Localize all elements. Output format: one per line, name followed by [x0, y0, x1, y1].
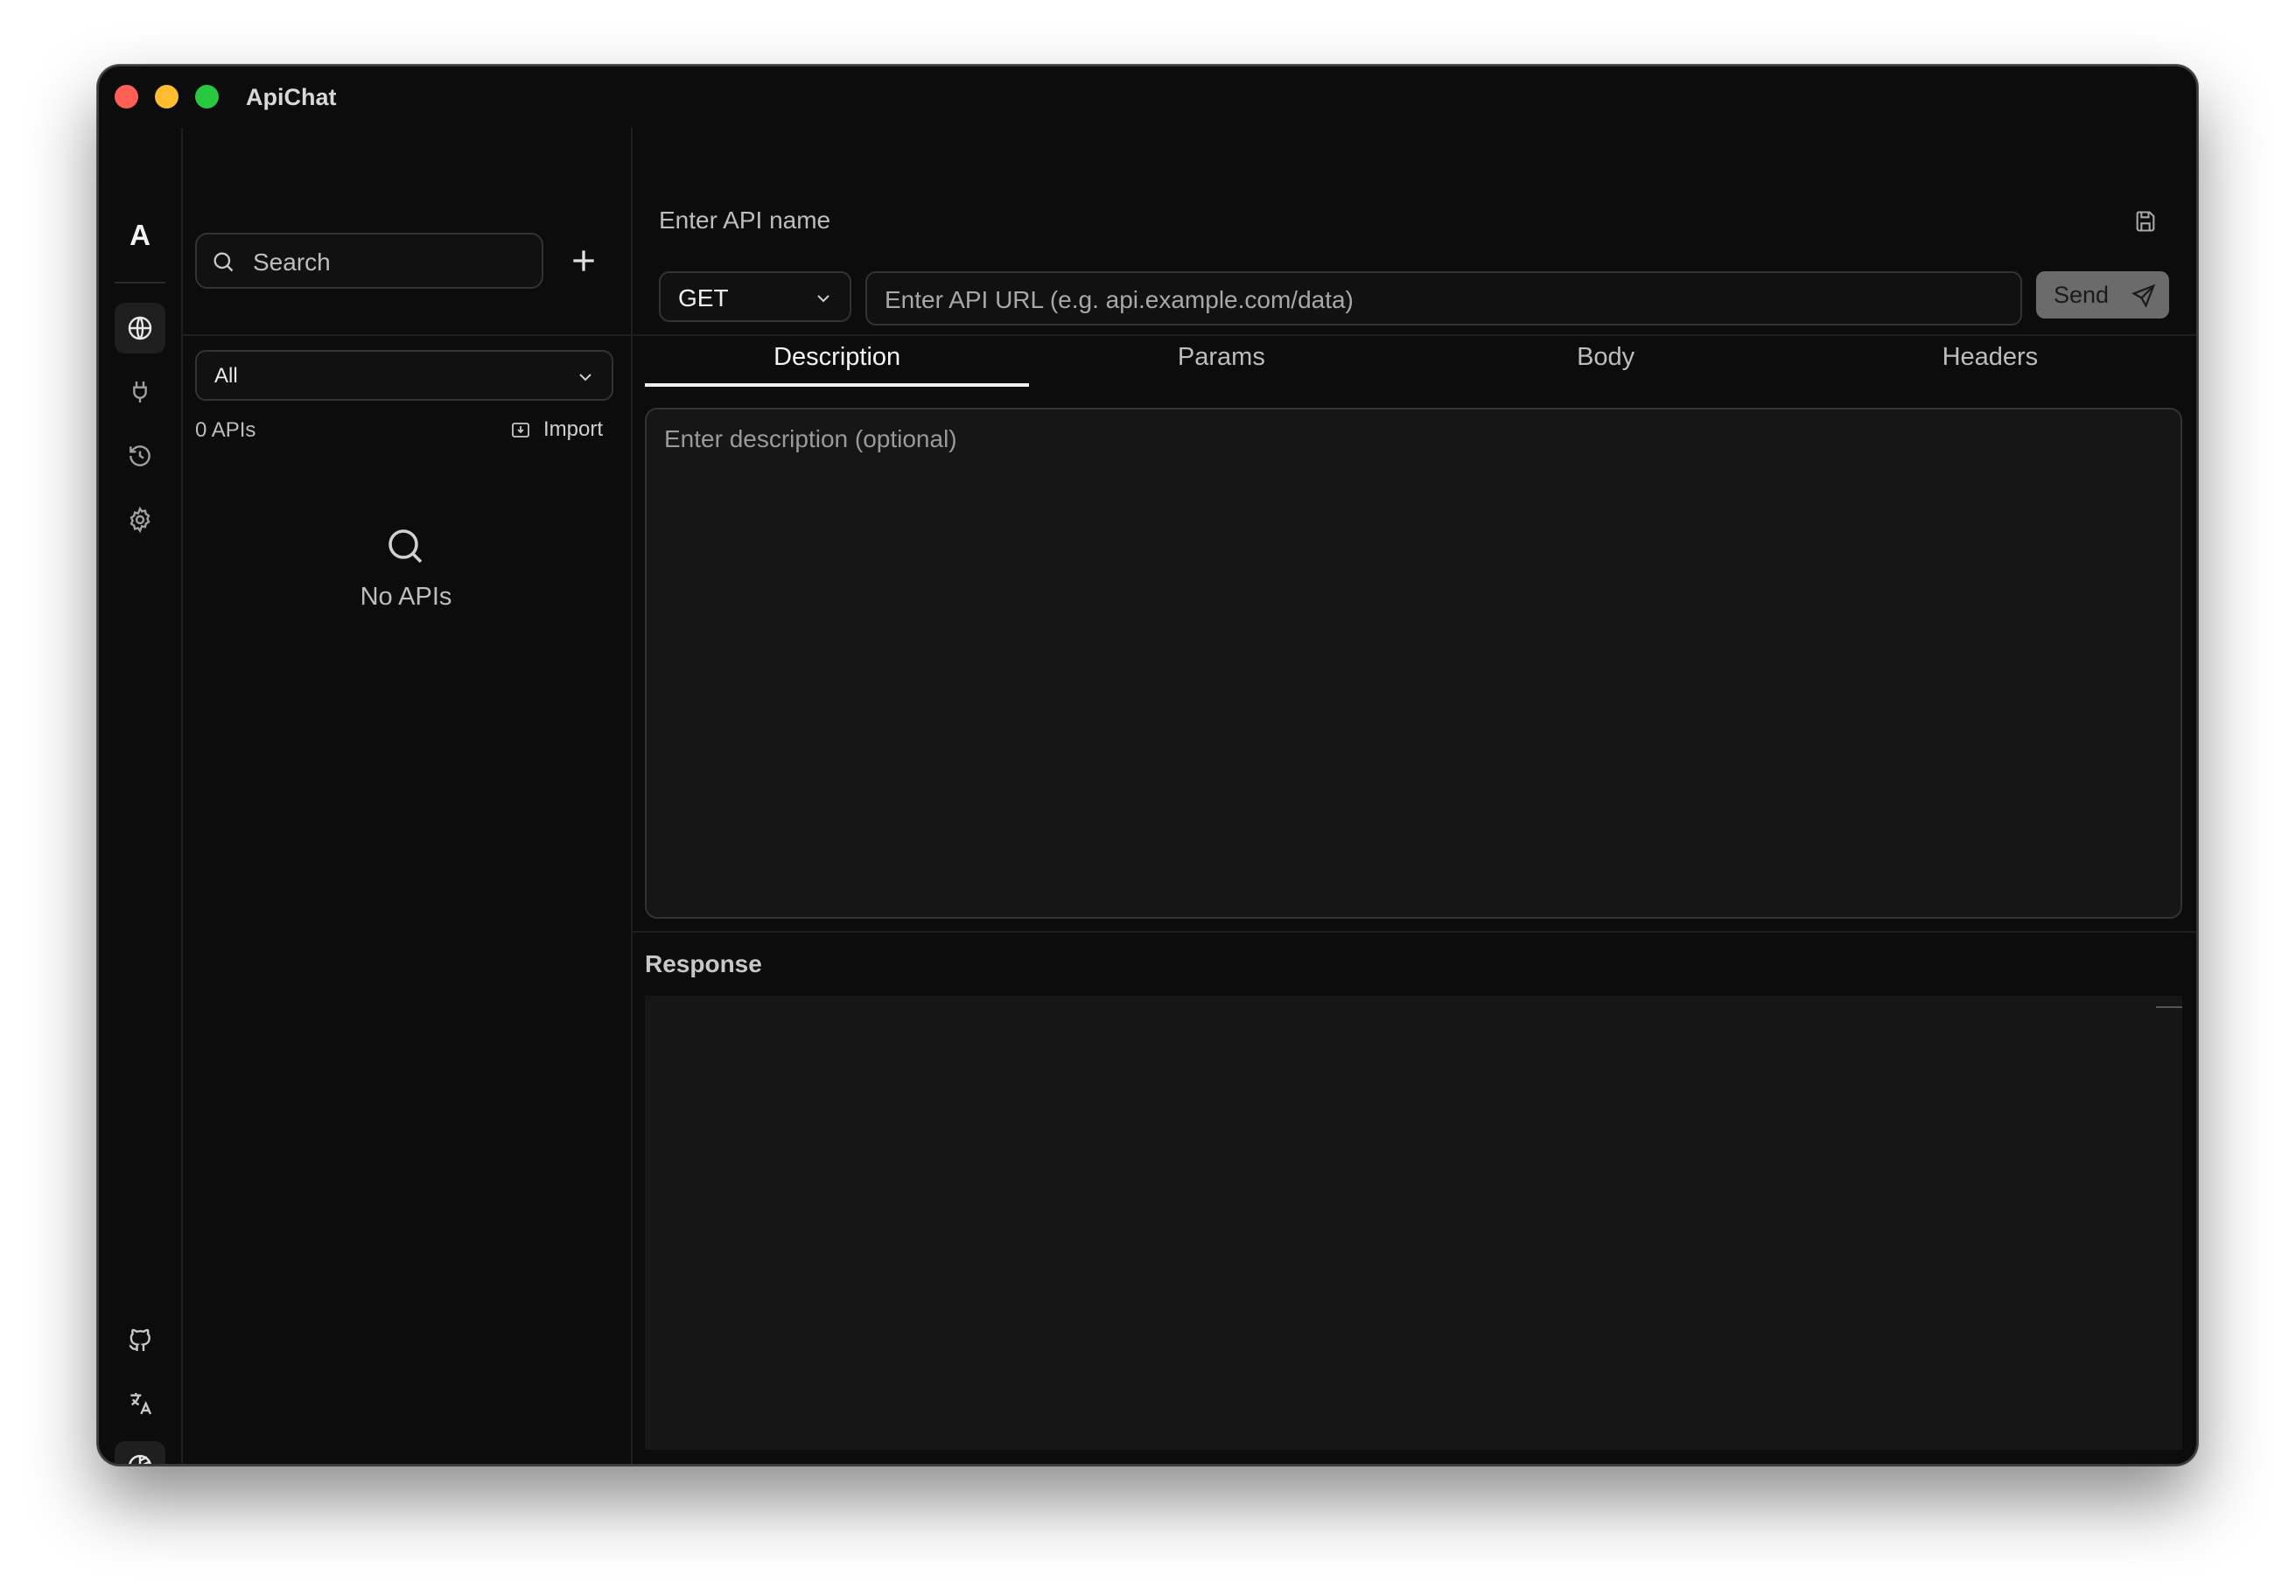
- api-list-panel: Search All 0 APIs Import No APIs: [181, 128, 633, 1464]
- theme-icon: [129, 1454, 151, 1464]
- nav-history-button[interactable]: [115, 430, 165, 481]
- language-button[interactable]: [115, 1378, 165, 1429]
- close-window-button[interactable]: [115, 85, 138, 108]
- filter-select[interactable]: All: [195, 350, 613, 401]
- maximize-window-button[interactable]: [195, 85, 219, 108]
- response-title: Response: [645, 950, 762, 977]
- description-placeholder: Enter description (optional): [664, 425, 957, 452]
- url-placeholder: Enter API URL (e.g. api.example.com/data…: [885, 286, 1354, 313]
- theme-toggle-button[interactable]: [115, 1441, 165, 1464]
- import-icon: [512, 423, 529, 438]
- nav-apis-button[interactable]: [115, 303, 165, 354]
- github-icon: [129, 1328, 150, 1351]
- save-icon[interactable]: [2133, 209, 2158, 234]
- search-icon: [214, 252, 234, 272]
- settings-icon: [130, 506, 150, 534]
- import-button[interactable]: Import: [510, 416, 603, 443]
- search-placeholder: Search: [253, 248, 331, 276]
- send-label: Send: [2054, 282, 2110, 308]
- chevron-down-icon: [579, 374, 592, 382]
- search-icon: [388, 529, 423, 564]
- empty-state-text: No APIs: [360, 583, 452, 611]
- app-title: ApiChat: [246, 84, 337, 110]
- search-input[interactable]: Search: [195, 233, 543, 289]
- tab-description[interactable]: Description: [645, 341, 1030, 387]
- response-scroll-marker: [2156, 1006, 2182, 1008]
- icon-rail: A: [99, 128, 183, 1464]
- rail-divider: [115, 282, 165, 284]
- add-api-button[interactable]: [566, 243, 601, 278]
- translate-icon: [130, 1393, 152, 1415]
- method-select[interactable]: GET: [659, 271, 851, 322]
- method-value: GET: [678, 284, 729, 312]
- github-button[interactable]: [115, 1315, 165, 1366]
- title-bar: ApiChat: [99, 66, 2196, 128]
- response-divider: [631, 931, 2196, 933]
- send-icon: [2132, 284, 2156, 308]
- nav-plugins-button[interactable]: [115, 367, 165, 417]
- history-icon: [130, 445, 150, 466]
- import-label: Import: [543, 417, 604, 441]
- editor-divider: [631, 334, 2196, 336]
- description-textarea[interactable]: Enter description (optional): [645, 408, 2182, 919]
- tab-headers[interactable]: Headers: [1798, 341, 2182, 385]
- filter-value: All: [214, 364, 238, 388]
- url-input[interactable]: Enter API URL (e.g. api.example.com/data…: [865, 271, 2022, 326]
- request-tabs: Description Params Body Headers: [645, 341, 2182, 387]
- minimize-window-button[interactable]: [155, 85, 178, 108]
- nav-settings-button[interactable]: [115, 494, 165, 545]
- response-panel[interactable]: [645, 996, 2182, 1450]
- api-count: 0 APIs: [195, 418, 256, 442]
- tab-params[interactable]: Params: [1029, 341, 1413, 385]
- api-name-input[interactable]: Enter API name: [659, 206, 830, 234]
- send-button[interactable]: Send: [2036, 271, 2169, 318]
- request-editor: Enter API name GET Enter API URL (e.g. a…: [631, 128, 2196, 1464]
- app-logo: A: [130, 219, 150, 251]
- globe-icon: [128, 316, 152, 340]
- chevron-down-icon: [817, 295, 830, 303]
- tab-body[interactable]: Body: [1414, 341, 1798, 385]
- app-window: ApiChat A Search All 0 APIs Import No AP…: [97, 65, 2198, 1466]
- plug-icon: [133, 382, 147, 402]
- list-divider: [181, 334, 631, 336]
